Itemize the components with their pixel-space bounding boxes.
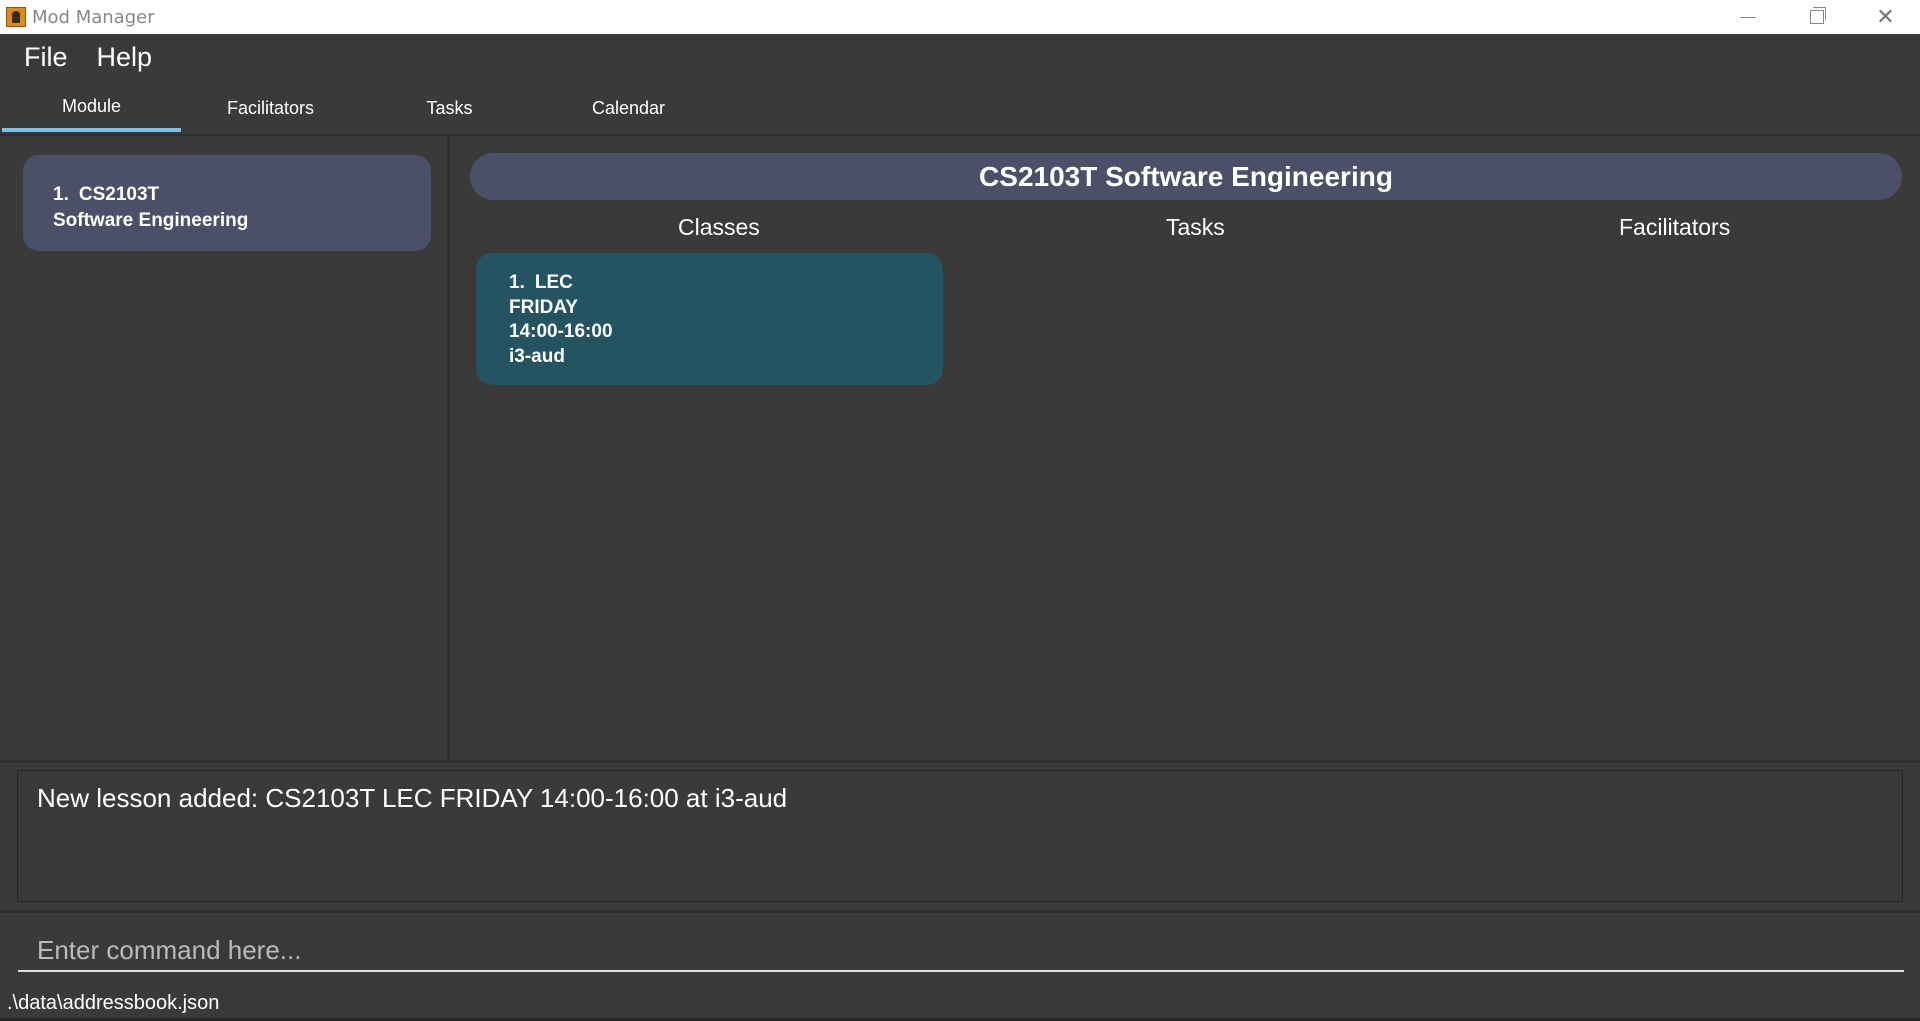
- lesson-index: 1.: [509, 272, 525, 293]
- tab-bar: Module Facilitators Tasks Calendar: [2, 84, 718, 134]
- result-display: New lesson added: CS2103T LEC FRIDAY 14:…: [17, 770, 1903, 902]
- lesson-header: 1. LEC: [509, 271, 943, 296]
- module-list-item[interactable]: 1. CS2103T Software Engineering: [23, 155, 431, 251]
- lesson-time: 14:00-16:00: [509, 321, 613, 342]
- status-bar: .\data\addressbook.json: [0, 986, 1920, 1021]
- restore-button[interactable]: [1782, 0, 1851, 34]
- result-text: New lesson added: CS2103T LEC FRIDAY 14:…: [37, 783, 788, 813]
- tab-module[interactable]: Module: [2, 84, 181, 132]
- result-divider: [0, 910, 1920, 913]
- close-icon: ✕: [1876, 4, 1895, 30]
- menu-file[interactable]: File: [24, 42, 68, 73]
- restore-icon: [1809, 7, 1826, 24]
- menu-help[interactable]: Help: [97, 42, 153, 73]
- close-button[interactable]: ✕: [1851, 0, 1920, 34]
- module-index: 1.: [53, 184, 69, 205]
- module-list-panel: 1. CS2103T Software Engineering: [2, 136, 450, 760]
- tasks-header: Tasks: [1166, 214, 1225, 240]
- module-code: CS2103T: [78, 184, 160, 205]
- lesson-day: FRIDAY: [509, 296, 578, 318]
- tab-calendar[interactable]: Calendar: [539, 84, 718, 132]
- lesson-type: LEC: [534, 272, 573, 293]
- module-detail-title: CS2103T Software Engineering: [470, 153, 1902, 200]
- tab-tasks[interactable]: Tasks: [360, 84, 539, 132]
- panel-divider: [0, 760, 1920, 763]
- lesson-card[interactable]: 1. LEC FRIDAY 14:00-16:00 i3-aud: [476, 253, 943, 385]
- facilitators-header: Facilitators: [1619, 214, 1731, 240]
- minimize-button[interactable]: [1713, 0, 1782, 34]
- app-icon: [6, 7, 26, 27]
- tab-facilitators[interactable]: Facilitators: [181, 84, 360, 132]
- minimize-icon: [1739, 16, 1756, 18]
- save-location: .\data\addressbook.json: [7, 992, 220, 1014]
- title-bar: Mod Manager ✕: [0, 0, 1920, 34]
- classes-header: Classes: [678, 214, 760, 240]
- lesson-venue: i3-aud: [509, 345, 565, 367]
- module-detail-panel: CS2103T Software Engineering Classes Tas…: [452, 136, 1918, 760]
- window-controls: ✕: [1713, 0, 1920, 34]
- menu-bar: File Help: [0, 34, 1920, 80]
- window-title: Mod Manager: [32, 6, 155, 28]
- module-card-header: 1. CS2103T: [53, 182, 431, 208]
- module-name: Software Engineering: [53, 210, 249, 231]
- command-input[interactable]: [18, 930, 1904, 972]
